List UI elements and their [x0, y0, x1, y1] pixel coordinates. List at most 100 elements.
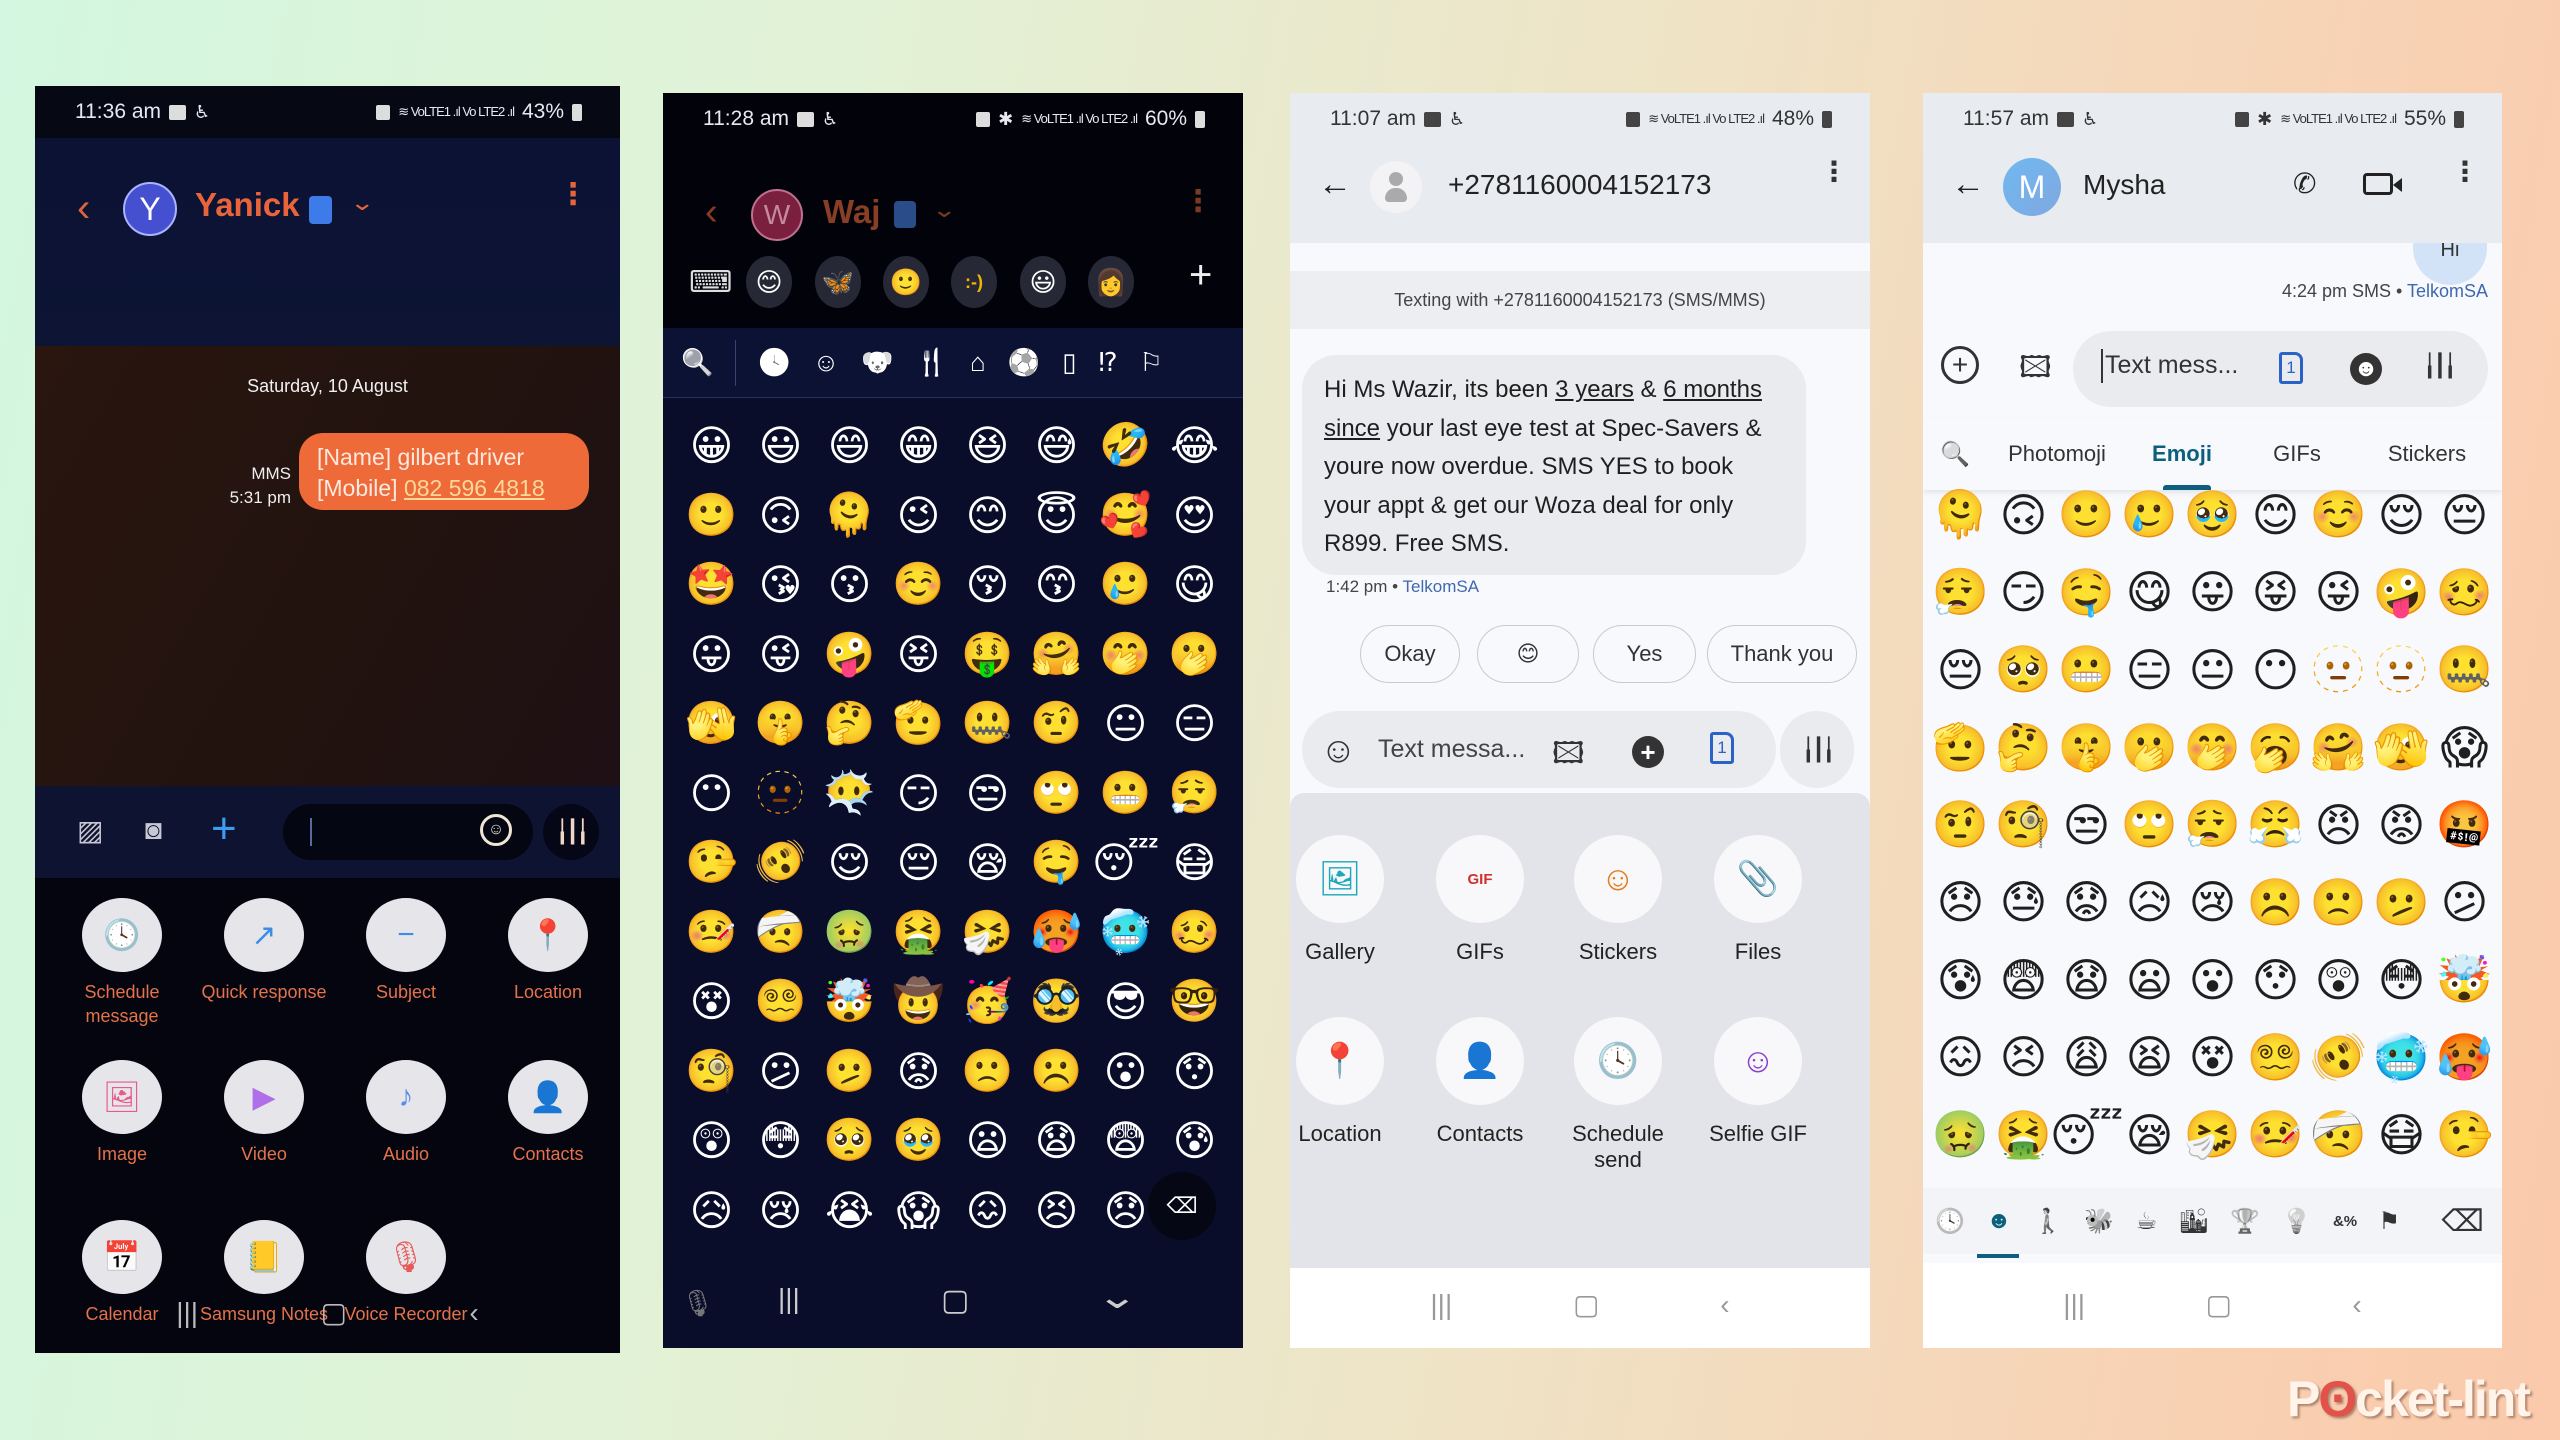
- emoji-key[interactable]: 😯: [1160, 1037, 1229, 1107]
- emoji-key[interactable]: 🙄: [1022, 759, 1091, 829]
- emoji-key[interactable]: 😎: [1091, 967, 1160, 1037]
- emoji-key[interactable]: 🥲: [2118, 476, 2181, 554]
- attachment-selfie-gif[interactable]: ☺ Selfie GIF: [1683, 1017, 1833, 1147]
- emoji-key[interactable]: 😅: [1022, 411, 1091, 481]
- emoji-key[interactable]: 🫡: [884, 689, 953, 759]
- emoji-key[interactable]: 🤒: [2244, 1096, 2307, 1174]
- emoji-key[interactable]: 🫡: [1929, 709, 1992, 787]
- emoji-key[interactable]: 🤗: [1022, 620, 1091, 690]
- emoji-key[interactable]: 😐: [1091, 689, 1160, 759]
- emoji-key[interactable]: 😜: [746, 620, 815, 690]
- emoji-key[interactable]: 🤩: [677, 550, 746, 620]
- suggestion-chip[interactable]: 😊: [1477, 625, 1579, 683]
- plus-icon[interactable]: +: [211, 804, 237, 854]
- emoji-key[interactable]: 😓: [1992, 864, 2055, 942]
- contact-name[interactable]: Yanick: [195, 186, 300, 224]
- emoji-key[interactable]: 🤪: [815, 620, 884, 690]
- emoji-key[interactable]: 😷: [1160, 828, 1229, 898]
- attachment-location[interactable]: 📍 Location: [478, 898, 618, 1004]
- emoji-key[interactable]: 🙂: [2055, 476, 2118, 554]
- emoji-key[interactable]: 🫣: [2370, 709, 2433, 787]
- emoji-icon[interactable]: ☺: [1320, 729, 1357, 771]
- keyboard-icon[interactable]: ⌨: [689, 265, 732, 300]
- emoji-category-tab[interactable]: 🕓: [1935, 1207, 1965, 1236]
- emoji-key[interactable]: 😱: [884, 1176, 953, 1246]
- emoji-key[interactable]: 😨: [1992, 941, 2055, 1019]
- emoji-key[interactable]: 😏: [884, 759, 953, 829]
- emoji-key[interactable]: 🥰: [1091, 481, 1160, 551]
- emoji-key[interactable]: 🧐: [1992, 786, 2055, 864]
- emoji-key[interactable]: 🤐: [953, 689, 1022, 759]
- emoji-key[interactable]: 😶: [2244, 631, 2307, 709]
- emoji-key[interactable]: 🫥: [2370, 631, 2433, 709]
- emoji-key[interactable]: ☺️: [884, 550, 953, 620]
- emoji-key[interactable]: 😄: [815, 411, 884, 481]
- plus-icon[interactable]: +: [1632, 736, 1664, 768]
- voice-input-icon[interactable]: ╽┃╽: [2423, 353, 2457, 379]
- emoji-key[interactable]: 😑: [1160, 689, 1229, 759]
- emoji-key[interactable]: 🥵: [2433, 1019, 2496, 1097]
- nav-back-button[interactable]: ‹: [1720, 1289, 1729, 1321]
- attachment-location[interactable]: 📍 Location: [1290, 1017, 1415, 1147]
- emoji-key[interactable]: 😵‍💫: [746, 967, 815, 1037]
- more-options-icon[interactable]: ⋮: [1183, 187, 1213, 217]
- emoji-key[interactable]: 😊: [2244, 476, 2307, 554]
- emoji-key[interactable]: 🫨: [2307, 1019, 2370, 1097]
- emoji-key[interactable]: 🤨: [1022, 689, 1091, 759]
- sent-message-bubble[interactable]: Hi: [2413, 243, 2487, 285]
- emoji-key[interactable]: 😔: [884, 828, 953, 898]
- emoji-key[interactable]: 😝: [884, 620, 953, 690]
- sticker-pack-tab[interactable]: 😊: [746, 256, 792, 308]
- emoji-key[interactable]: 😍: [1160, 481, 1229, 551]
- video-call-icon[interactable]: [2363, 173, 2402, 195]
- emoji-key[interactable]: 😝: [2244, 554, 2307, 632]
- emoji-key[interactable]: 😷: [2370, 1096, 2433, 1174]
- emoji-icon[interactable]: ☺: [480, 814, 512, 846]
- emoji-key[interactable]: 😮‍💨: [1160, 759, 1229, 829]
- emoji-key[interactable]: 🥳: [953, 967, 1022, 1037]
- emoji-key[interactable]: 🙄: [2118, 786, 2181, 864]
- emoji-key[interactable]: 🥵: [1022, 898, 1091, 968]
- emoji-key[interactable]: 🤬: [2433, 786, 2496, 864]
- emoji-key[interactable]: 🤮: [884, 898, 953, 968]
- emoji-key[interactable]: 😮: [2181, 941, 2244, 1019]
- emoji-key[interactable]: 🤭: [1091, 620, 1160, 690]
- emoji-category-tab[interactable]: 🚶: [2033, 1207, 2063, 1236]
- emoji-category-tab[interactable]: ☕: [2136, 1207, 2158, 1236]
- emoji-key[interactable]: 🤓: [1160, 967, 1229, 1037]
- emoji-key[interactable]: 😀: [677, 411, 746, 481]
- emoji-key[interactable]: 😟: [2055, 864, 2118, 942]
- attachment-schedule-message[interactable]: 🕓 Schedule message: [52, 898, 192, 1028]
- emoji-key[interactable]: 😑: [2118, 631, 2181, 709]
- emoji-key[interactable]: 😨: [1091, 1106, 1160, 1176]
- suggestion-chip[interactable]: Okay: [1360, 625, 1460, 683]
- emoji-key[interactable]: 🤣: [1091, 411, 1160, 481]
- emoji-key[interactable]: 😪: [953, 828, 1022, 898]
- recents-button[interactable]: |||: [778, 1283, 800, 1315]
- recents-button[interactable]: |||: [2063, 1289, 2085, 1321]
- emoji-key[interactable]: 😛: [2181, 554, 2244, 632]
- attachment-gallery[interactable]: 🖼 Gallery: [1290, 835, 1415, 965]
- emoji-key[interactable]: 😒: [2055, 786, 2118, 864]
- emoji-key[interactable]: 🤫: [746, 689, 815, 759]
- emoji-key[interactable]: 🤕: [746, 898, 815, 968]
- emoji-key[interactable]: 🤗: [2307, 709, 2370, 787]
- contact-avatar[interactable]: Y: [123, 182, 177, 236]
- emoji-key[interactable]: 🥺: [815, 1106, 884, 1176]
- emoji-key[interactable]: 😩: [2055, 1019, 2118, 1097]
- emoji-category-tab[interactable]: ⚐: [1140, 347, 1163, 378]
- sticker-pack-tab[interactable]: 🙂: [883, 256, 929, 308]
- emoji-key[interactable]: 🤯: [2433, 941, 2496, 1019]
- emoji-key[interactable]: 🤥: [677, 828, 746, 898]
- emoji-key[interactable]: 🤪: [2370, 554, 2433, 632]
- delete-button[interactable]: ⌫: [2441, 1204, 2483, 1239]
- emoji-key[interactable]: 😗: [815, 550, 884, 620]
- emoji-key[interactable]: 😖: [953, 1176, 1022, 1246]
- attachment-schedule-send[interactable]: 🕓 Schedule send: [1543, 1017, 1693, 1173]
- emoji-key[interactable]: 😢: [2181, 864, 2244, 942]
- emoji-key[interactable]: 🥴: [2433, 554, 2496, 632]
- emoji-category-tab[interactable]: ⌂: [970, 347, 986, 378]
- emoji-key[interactable]: 😪: [2118, 1096, 2181, 1174]
- emoji-key[interactable]: 😋: [2118, 554, 2181, 632]
- emoji-key[interactable]: 🙂: [677, 481, 746, 551]
